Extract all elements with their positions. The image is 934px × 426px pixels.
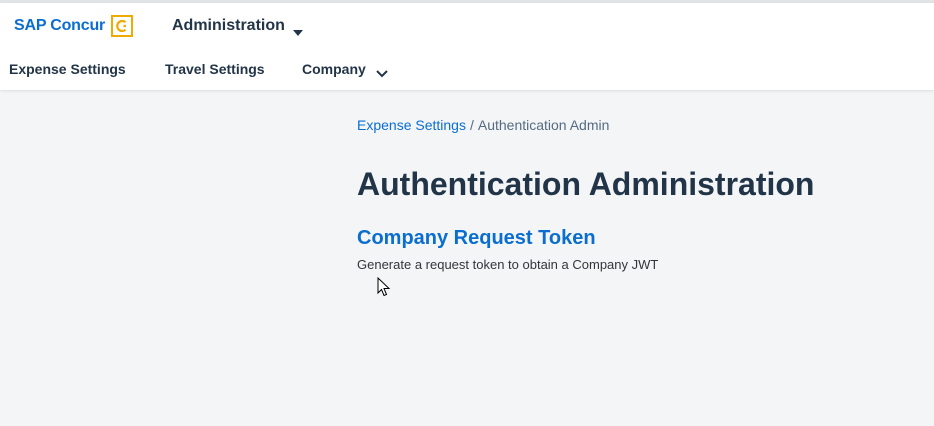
section-description: Generate a request token to obtain a Com… bbox=[357, 257, 659, 272]
chevron-down-icon bbox=[376, 65, 388, 78]
mouse-pointer-icon bbox=[377, 276, 391, 297]
page-title: Authentication Administration bbox=[357, 166, 815, 202]
breadcrumb: Expense Settings / Authentication Admin bbox=[357, 117, 609, 133]
concur-c-logo-icon bbox=[111, 15, 134, 37]
nav-item-travel-settings[interactable]: Travel Settings bbox=[165, 57, 265, 81]
nav-item-label: Company bbox=[302, 61, 366, 77]
nav-item-company[interactable]: Company bbox=[302, 57, 388, 81]
app-header: SAP Concur Administration Expense Settin… bbox=[0, 3, 934, 90]
nav-item-label: Travel Settings bbox=[165, 61, 265, 77]
nav-item-expense-settings[interactable]: Expense Settings bbox=[9, 57, 126, 81]
sap-concur-logo[interactable]: SAP Concur bbox=[14, 15, 134, 37]
breadcrumb-current: Authentication Admin bbox=[477, 117, 610, 133]
administration-menu[interactable]: Administration bbox=[172, 15, 303, 37]
breadcrumb-separator: / bbox=[469, 117, 474, 133]
nav-item-label: Expense Settings bbox=[9, 61, 126, 77]
administration-label: Administration bbox=[172, 17, 285, 34]
caret-down-icon bbox=[292, 23, 303, 36]
logo-text: SAP Concur bbox=[14, 17, 106, 34]
company-request-token-link[interactable]: Company Request Token bbox=[357, 227, 596, 250]
breadcrumb-link-expense-settings[interactable]: Expense Settings bbox=[357, 117, 466, 133]
